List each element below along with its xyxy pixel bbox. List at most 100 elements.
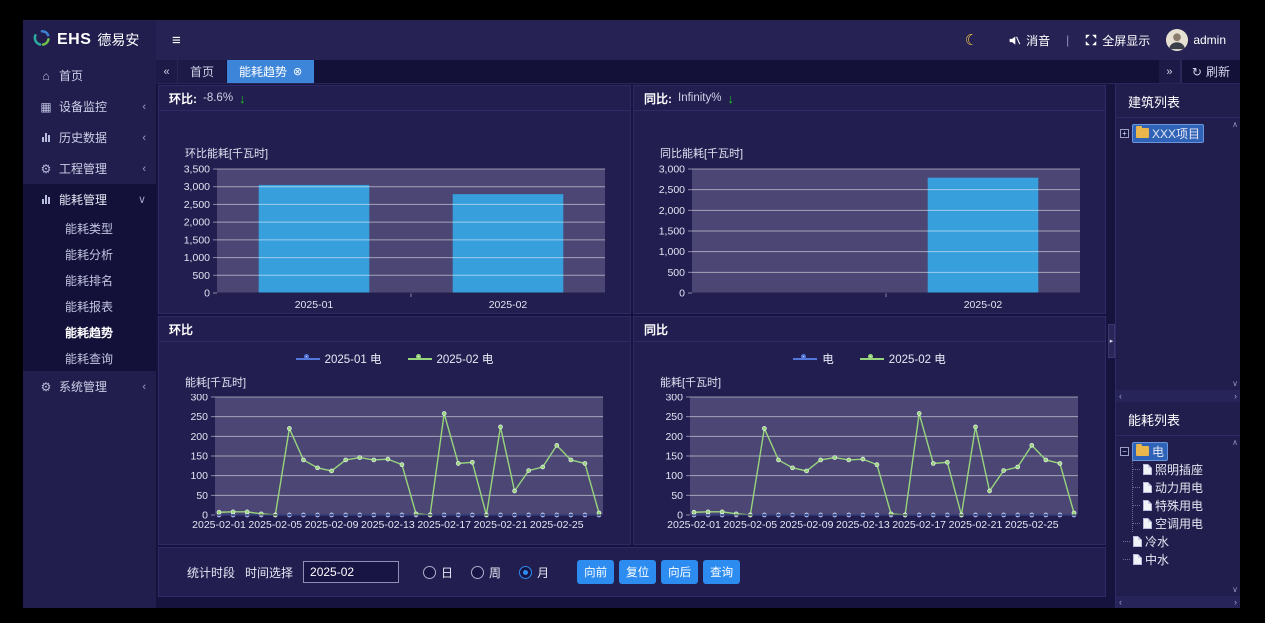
refresh-icon: ↻ bbox=[1192, 65, 1202, 79]
mom-line-legend: 2025-01 电 2025-02 电 bbox=[169, 350, 620, 368]
file-icon bbox=[1133, 554, 1142, 565]
tabs-scroll-right-button[interactable]: » bbox=[1159, 60, 1181, 83]
svg-text:1,000: 1,000 bbox=[184, 252, 210, 264]
tree-node-hvac[interactable]: 空调用电 bbox=[1133, 514, 1238, 532]
svg-text:250: 250 bbox=[665, 411, 683, 423]
sidebar-item-energy-mgmt[interactable]: 能耗管理 ∨ bbox=[23, 184, 156, 215]
scroll-down-icon[interactable]: ∨ bbox=[1232, 585, 1238, 594]
svg-text:150: 150 bbox=[665, 451, 683, 463]
tree-node-project[interactable]: + XXX项目 bbox=[1120, 124, 1238, 142]
legend-item[interactable]: 电 bbox=[793, 351, 834, 367]
monitor-icon: ▦ bbox=[37, 100, 55, 114]
avatar bbox=[1166, 29, 1188, 51]
yoy-bar-ylabel: 同比能耗[千瓦时] bbox=[660, 145, 1095, 161]
legend-item[interactable]: 2025-02 电 bbox=[408, 351, 494, 367]
tree-node-electricity[interactable]: − 电 bbox=[1120, 442, 1238, 460]
sidebar-item-home[interactable]: ⌂ 首页 bbox=[23, 60, 156, 91]
building-list-title: 建筑列表 bbox=[1116, 84, 1240, 118]
scroll-left-icon[interactable]: ‹ bbox=[1119, 391, 1122, 401]
tab-home[interactable]: 首页 bbox=[178, 60, 226, 83]
svg-text:2025-02-01: 2025-02-01 bbox=[192, 519, 246, 531]
close-tab-icon[interactable]: ⊗ bbox=[293, 65, 302, 78]
scroll-up-icon[interactable]: ∧ bbox=[1232, 438, 1238, 447]
tree-node-reclaimed-water[interactable]: 中水 bbox=[1123, 550, 1238, 568]
sidebar-item-device-monitor[interactable]: ▦ 设备监控 ‹ bbox=[23, 91, 156, 122]
radio-month[interactable]: 月 bbox=[519, 564, 549, 581]
tree-expand-icon[interactable]: + bbox=[1120, 129, 1129, 138]
fullscreen-button[interactable]: 全屏显示 bbox=[1085, 32, 1150, 49]
mom-line-ylabel: 能耗[千瓦时] bbox=[185, 374, 620, 390]
app-window: EHS 德易安 ⌂ 首页 ▦ 设备监控 ‹ 历史数据 ‹ ⚙ 工程管理 ‹ bbox=[23, 20, 1240, 608]
tree-node-cold-water[interactable]: 冷水 bbox=[1123, 532, 1238, 550]
sidebar-item-project-mgmt[interactable]: ⚙ 工程管理 ‹ bbox=[23, 153, 156, 184]
menu-toggle-icon[interactable]: ≡ bbox=[172, 32, 181, 49]
svg-text:200: 200 bbox=[190, 431, 208, 443]
folder-icon bbox=[1136, 128, 1149, 138]
yoy-line-panel: 同比 电 2025-02 电 bbox=[633, 316, 1106, 545]
scroll-right-icon[interactable]: › bbox=[1234, 597, 1237, 607]
panel-collapse-handle[interactable]: ▸ bbox=[1108, 324, 1115, 358]
time-select-input[interactable] bbox=[303, 561, 399, 583]
scroll-left-icon[interactable]: ‹ bbox=[1119, 597, 1122, 607]
chevron-left-icon: ‹ bbox=[142, 132, 146, 144]
legend-item[interactable]: 2025-02 电 bbox=[860, 351, 946, 367]
scroll-up-icon[interactable]: ∧ bbox=[1232, 120, 1238, 129]
svg-text:2025-02-09: 2025-02-09 bbox=[305, 519, 359, 531]
open-folder-icon bbox=[1136, 446, 1149, 456]
scroll-down-icon[interactable]: ∨ bbox=[1232, 379, 1238, 388]
mom-bar-chart: 05001,0001,5002,0002,5003,0003,5002025-0… bbox=[169, 165, 617, 314]
svg-text:500: 500 bbox=[192, 270, 210, 282]
gears-icon: ⚙ bbox=[37, 162, 55, 176]
svg-text:0: 0 bbox=[204, 288, 210, 300]
user-menu[interactable]: admin bbox=[1166, 29, 1226, 51]
energy-submenu: 能耗类型 能耗分析 能耗排名 能耗报表 能耗趋势 能耗查询 bbox=[23, 215, 156, 371]
scroll-right-icon[interactable]: › bbox=[1234, 391, 1237, 401]
next-button[interactable]: 向后 bbox=[661, 560, 698, 584]
tree-node-lighting[interactable]: 照明插座 bbox=[1133, 460, 1238, 478]
svg-text:1,000: 1,000 bbox=[659, 246, 685, 258]
svg-text:2025-02-13: 2025-02-13 bbox=[361, 519, 415, 531]
svg-text:2,500: 2,500 bbox=[184, 199, 210, 211]
reset-button[interactable]: 复位 bbox=[619, 560, 656, 584]
fullscreen-icon bbox=[1085, 34, 1097, 46]
query-button[interactable]: 查询 bbox=[703, 560, 740, 584]
period-label: 统计时段 bbox=[187, 564, 235, 581]
yoy-line-chart: 0501001502002503002025-02-012025-02-0520… bbox=[644, 394, 1092, 532]
tree-collapse-icon[interactable]: − bbox=[1120, 447, 1129, 456]
tab-bar: « 首页 能耗趋势 ⊗ » ↻ 刷新 bbox=[156, 60, 1240, 84]
sidebar-item-energy-type[interactable]: 能耗类型 bbox=[23, 215, 156, 241]
radio-day[interactable]: 日 bbox=[423, 564, 453, 581]
svg-text:2025-02-25: 2025-02-25 bbox=[530, 519, 584, 531]
yoy-stat-header: 同比: Infinity% ↓ bbox=[634, 86, 1105, 111]
mute-button[interactable]: 消音 bbox=[1008, 32, 1050, 49]
energy-tree: − 电 照明插座 bbox=[1120, 442, 1238, 568]
sidebar-item-energy-analysis[interactable]: 能耗分析 bbox=[23, 241, 156, 267]
radio-week[interactable]: 周 bbox=[471, 564, 501, 581]
svg-text:100: 100 bbox=[190, 470, 208, 482]
building-tree-scrollbar: ∧ ∨ bbox=[1230, 118, 1240, 390]
svg-text:2025-02-01: 2025-02-01 bbox=[667, 519, 721, 531]
tree-node-power[interactable]: 动力用电 bbox=[1133, 478, 1238, 496]
sidebar-item-energy-trend[interactable]: 能耗趋势 bbox=[23, 319, 156, 345]
sidebar-item-energy-report[interactable]: 能耗报表 bbox=[23, 293, 156, 319]
legend-item[interactable]: 2025-01 电 bbox=[296, 351, 382, 367]
sidebar-item-system-mgmt[interactable]: ⚙ 系统管理 ‹ bbox=[23, 371, 156, 402]
topbar-divider: | bbox=[1066, 33, 1069, 47]
svg-text:150: 150 bbox=[190, 451, 208, 463]
tabs-scroll-left-button[interactable]: « bbox=[156, 60, 178, 83]
right-sidebar: 建筑列表 + XXX项目 ∧ bbox=[1115, 84, 1240, 608]
tree-node-special[interactable]: 特殊用电 bbox=[1133, 496, 1238, 514]
file-icon bbox=[1133, 536, 1142, 547]
refresh-button[interactable]: ↻ 刷新 bbox=[1181, 60, 1240, 83]
sidebar-item-energy-query[interactable]: 能耗查询 bbox=[23, 345, 156, 371]
time-buttons: 向前 复位 向后 查询 bbox=[577, 560, 740, 584]
mom-stat-header: 环比: -8.6% ↓ bbox=[159, 86, 630, 111]
dark-mode-moon-icon[interactable]: ☾ bbox=[965, 31, 978, 49]
tab-energy-trend[interactable]: 能耗趋势 ⊗ bbox=[227, 60, 314, 83]
file-icon bbox=[1143, 518, 1152, 529]
sidebar-item-energy-ranking[interactable]: 能耗排名 bbox=[23, 267, 156, 293]
sidebar-item-history-data[interactable]: 历史数据 ‹ bbox=[23, 122, 156, 153]
top-header: ≡ ☾ 消音 | 全屏显示 bbox=[156, 20, 1240, 60]
mom-line-panel: 环比 2025-01 电 2025-02 电 bbox=[158, 316, 631, 545]
prev-button[interactable]: 向前 bbox=[577, 560, 614, 584]
